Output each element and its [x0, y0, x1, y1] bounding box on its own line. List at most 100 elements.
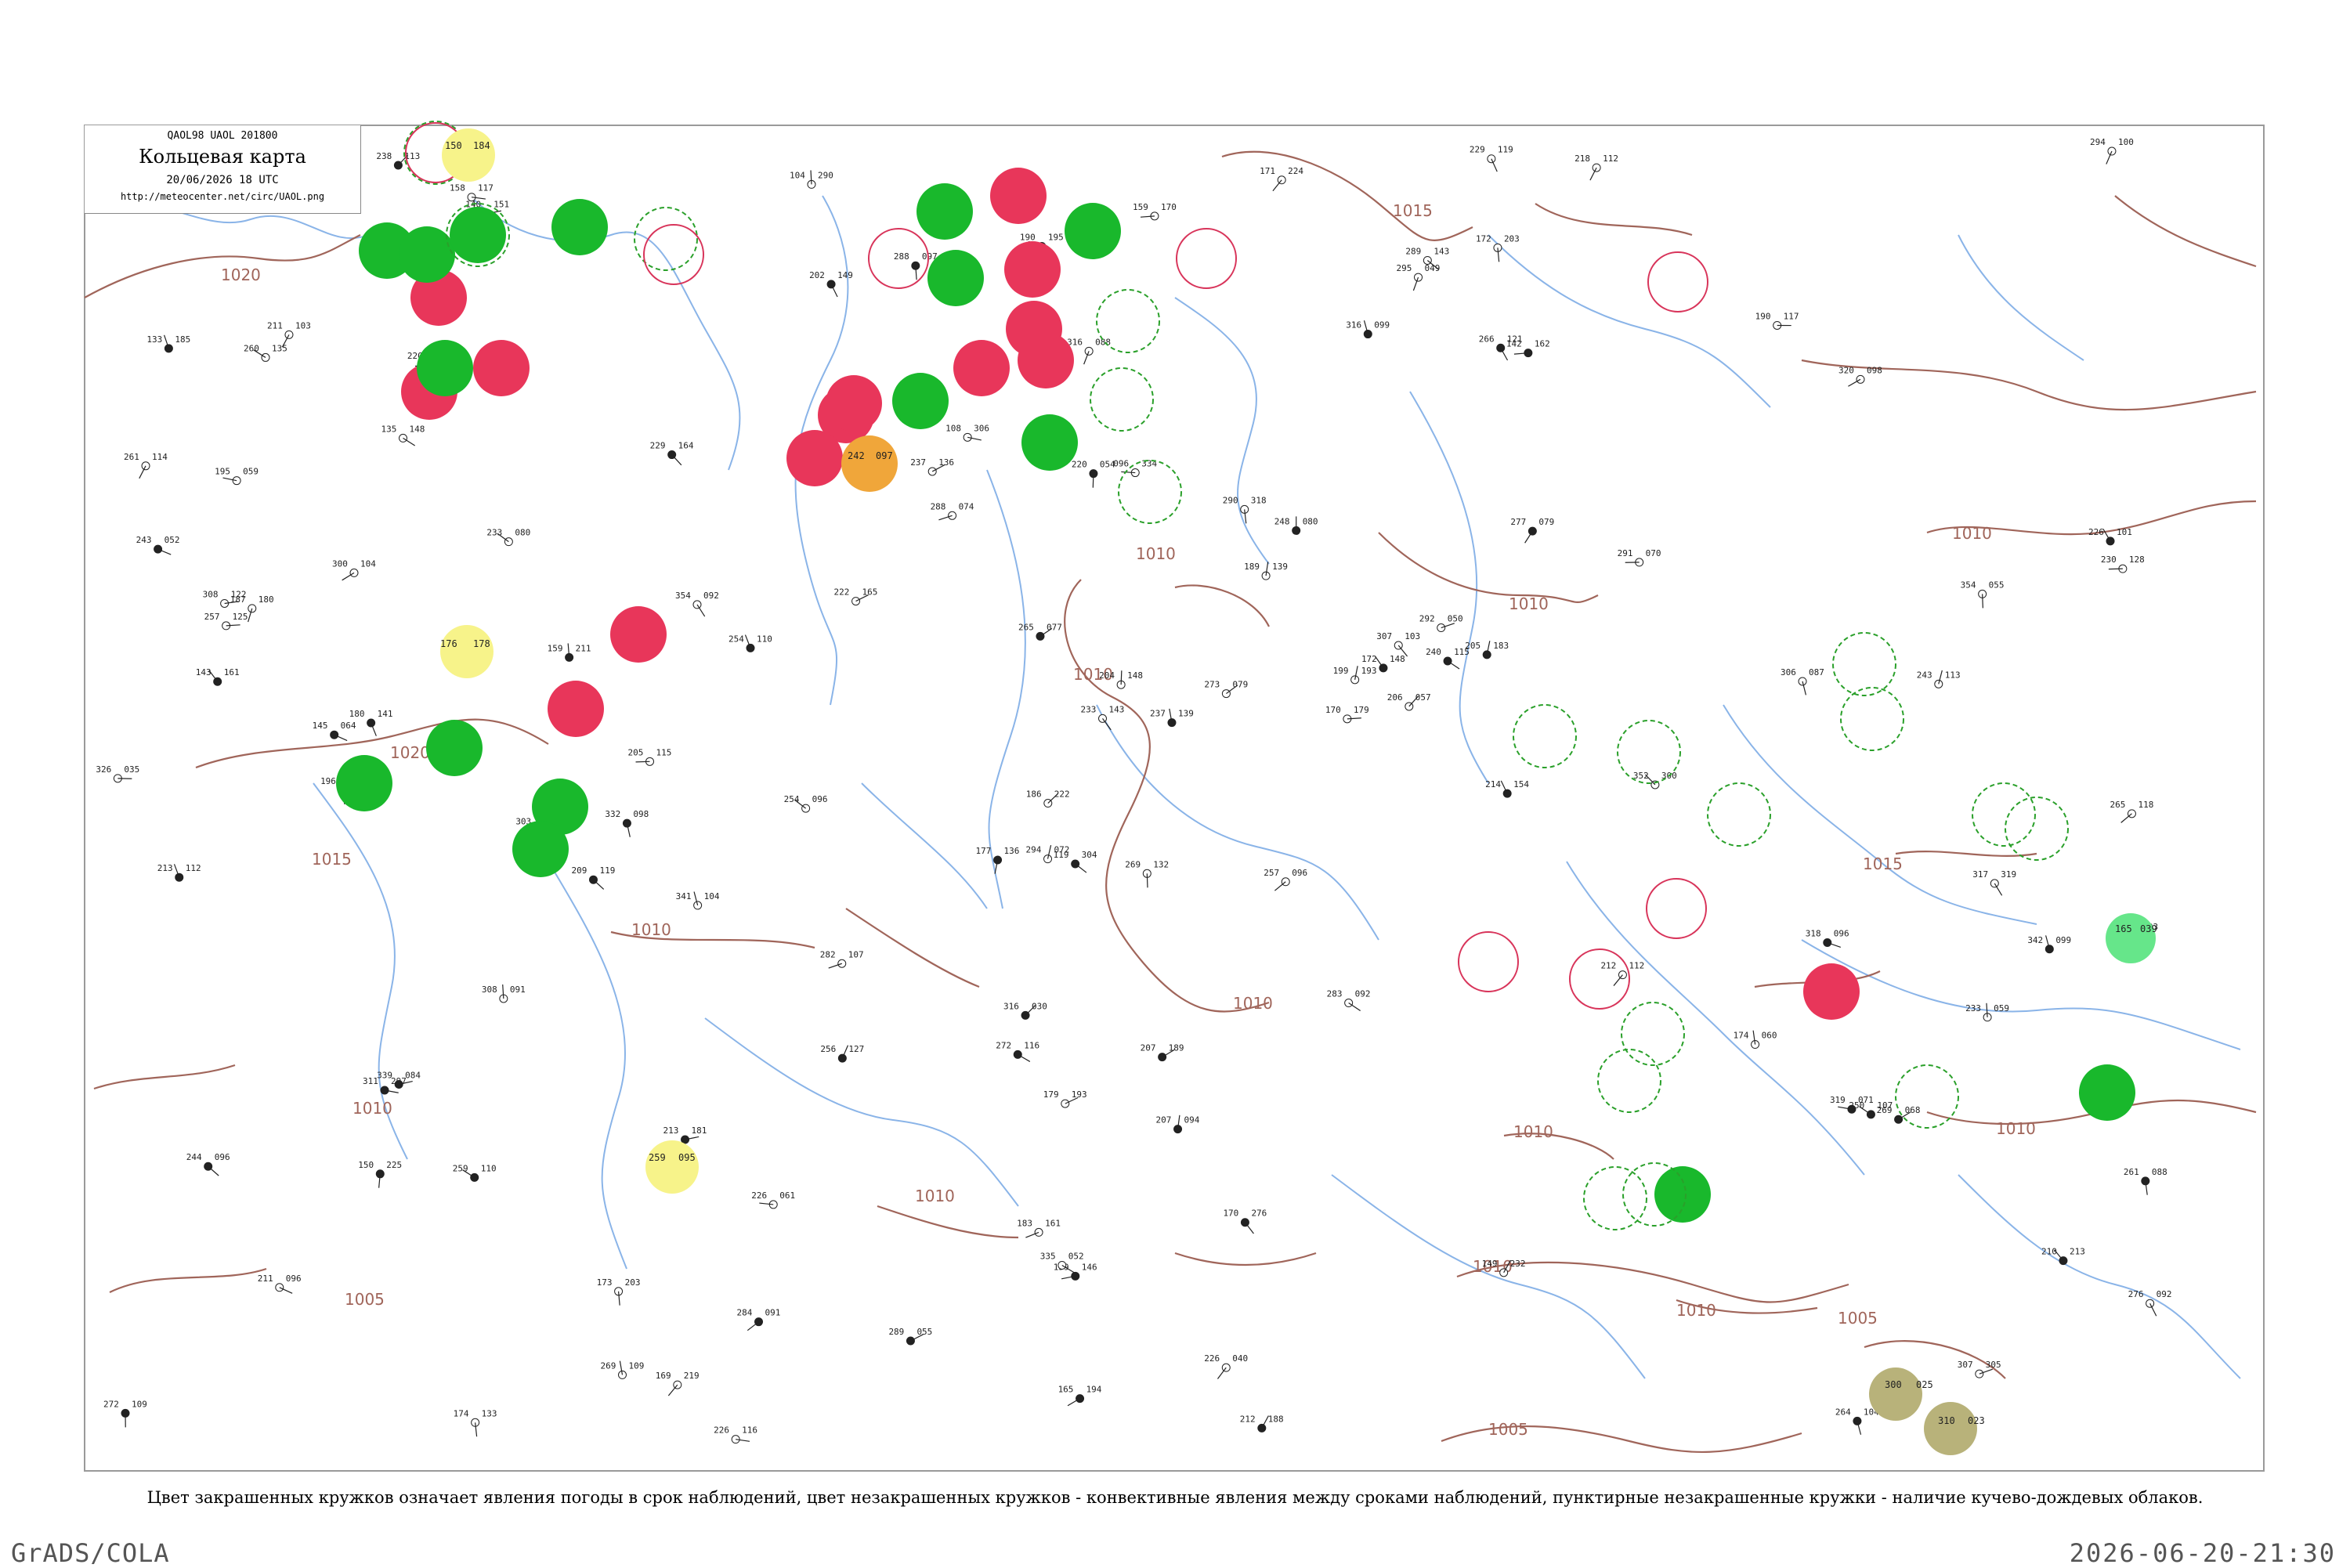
rain-circle[interactable] [336, 755, 392, 811]
station-pressure: 095 [678, 1152, 696, 1163]
station-temp: 150 [445, 140, 462, 151]
station-pressure: 154 [1513, 779, 1529, 789]
thunderstorm-circle[interactable] [473, 340, 530, 396]
station-temp: 269 [1125, 859, 1141, 869]
station-temp: 229 [1470, 145, 1485, 155]
station-pressure: 115 [1454, 647, 1470, 657]
station-temp: 226 [751, 1190, 767, 1201]
station-fog-2[interactable]: 176 178 [440, 625, 494, 678]
station-pressure: 101 [2117, 527, 2132, 537]
station-dust[interactable]: 242 097 [841, 435, 898, 492]
station-pressure: 112 [186, 863, 201, 873]
station-pressure: 098 [633, 809, 649, 819]
station-temp: 354 [1961, 580, 1976, 590]
wind-barb [1093, 474, 1094, 488]
station-pressure: 136 [1004, 846, 1020, 856]
station-pressure: 222 [1054, 789, 1070, 800]
station-temp: 317 [1972, 869, 1988, 880]
station-pressure: 179 [1354, 705, 1369, 715]
station-temp: 149 [1482, 1259, 1498, 1269]
isobar-label: 1020 [390, 743, 430, 762]
isobar-label: 1020 [221, 266, 261, 284]
station-pressure: 276 [1251, 1209, 1267, 1219]
rain-circle[interactable] [450, 207, 506, 263]
rain-circle[interactable] [892, 373, 949, 429]
render-timestamp: 2026-06-20-21:30 [2070, 1538, 2336, 1568]
station-pressure: 079 [1232, 680, 1248, 690]
station-pressure: 112 [1629, 961, 1644, 971]
thunderstorm-circle[interactable] [786, 430, 843, 486]
isobar-label: 1010 [915, 1187, 955, 1205]
station-temp: 205 [628, 747, 644, 757]
thunderstorm-circle[interactable] [1803, 963, 1860, 1020]
station-pressure: 096 [812, 794, 828, 804]
station-pressure: 079 [1538, 517, 1554, 527]
station-pressure: 232 [1510, 1259, 1526, 1269]
station-temp: 326 [96, 764, 111, 775]
station-temp: 226 [714, 1425, 729, 1436]
station-pressure: 035 [124, 764, 139, 775]
thunderstorm-circle[interactable] [1004, 241, 1061, 298]
thunderstorm-circle[interactable] [990, 168, 1047, 224]
isobar-label: 1015 [1863, 854, 1903, 873]
station-pressure: 162 [1535, 339, 1550, 349]
station-pressure: 118 [2138, 800, 2153, 810]
rain-circle[interactable] [551, 199, 608, 255]
map-source-url[interactable]: http://meteocenter.net/circ/UAOL.png [85, 191, 360, 202]
rain-circle[interactable] [1654, 1166, 1711, 1223]
station-pressure: 025 [1916, 1379, 1933, 1390]
isobar-label: 1015 [312, 850, 352, 869]
thunderstorm-circle[interactable] [548, 681, 604, 737]
station-temp: 259 [649, 1152, 666, 1163]
rain-circle[interactable] [417, 340, 473, 396]
rain-circle[interactable] [916, 183, 973, 240]
station-temp: 300 [1885, 1379, 1902, 1390]
station-temp: 229 [650, 441, 666, 451]
station-pressure: 040 [1232, 1353, 1248, 1364]
rain-circle[interactable] [1065, 203, 1121, 259]
thunderstorm-circle[interactable] [826, 375, 882, 432]
thunderstorm-circle[interactable] [1018, 332, 1074, 388]
thunderstorm-circle[interactable] [953, 340, 1010, 396]
isobar-label: 1010 [1513, 1122, 1553, 1141]
station-fog-1[interactable]: 150 184 [442, 128, 495, 182]
station-pressure: 061 [779, 1190, 795, 1201]
station-pressure: 104 [360, 558, 376, 569]
station-pressure: 161 [1045, 1218, 1061, 1228]
station-pressure: 055 [1989, 580, 2005, 590]
isobar-label: 1010 [352, 1099, 392, 1118]
station-temp: 277 [1510, 517, 1526, 527]
rain-circle[interactable] [927, 250, 984, 306]
station-temp: 316 [1003, 1001, 1019, 1011]
station-temp: 195 [215, 467, 230, 477]
rain-circle[interactable] [512, 821, 569, 877]
station-pressure: 203 [1504, 233, 1520, 244]
station-pressure: 117 [478, 183, 494, 193]
station-pressure: 117 [1784, 311, 1799, 321]
station-temp: 265 [1018, 622, 1034, 632]
map-date: 20/06/2026 18 UTC [85, 174, 360, 186]
station-temp: 276 [2128, 1289, 2144, 1299]
station-temp: 159 [1133, 202, 1148, 212]
rain-circle[interactable] [426, 720, 483, 776]
station-temp: 339 [377, 1071, 392, 1081]
station-temp: 254 [784, 794, 800, 804]
station-temp: 174 [1734, 1031, 1749, 1041]
map-title-box: QAOL98 UAOL 201800 Кольцевая карта 20/06… [85, 125, 361, 214]
station-temp: 170 [1325, 705, 1341, 715]
station-temp: 244 [186, 1152, 202, 1162]
map-title: Кольцевая карта [85, 146, 360, 168]
station-temp: 243 [136, 535, 152, 545]
rain-circle[interactable] [2079, 1064, 2135, 1121]
station-temp: 354 [675, 591, 691, 601]
station-pressure: 180 [258, 594, 274, 605]
station-pressure: 224 [1288, 166, 1303, 176]
station-temp: 199 [1333, 666, 1349, 676]
station-pressure: 143 [1109, 704, 1125, 714]
rain-circle[interactable] [1021, 414, 1078, 471]
station-temp: 292 [1419, 614, 1435, 624]
station-pressure: 136 [938, 457, 954, 468]
thunderstorm-circle[interactable] [610, 606, 667, 663]
station-fog-3[interactable]: 259 095 [645, 1140, 699, 1194]
station-temp: 145 [313, 721, 328, 731]
